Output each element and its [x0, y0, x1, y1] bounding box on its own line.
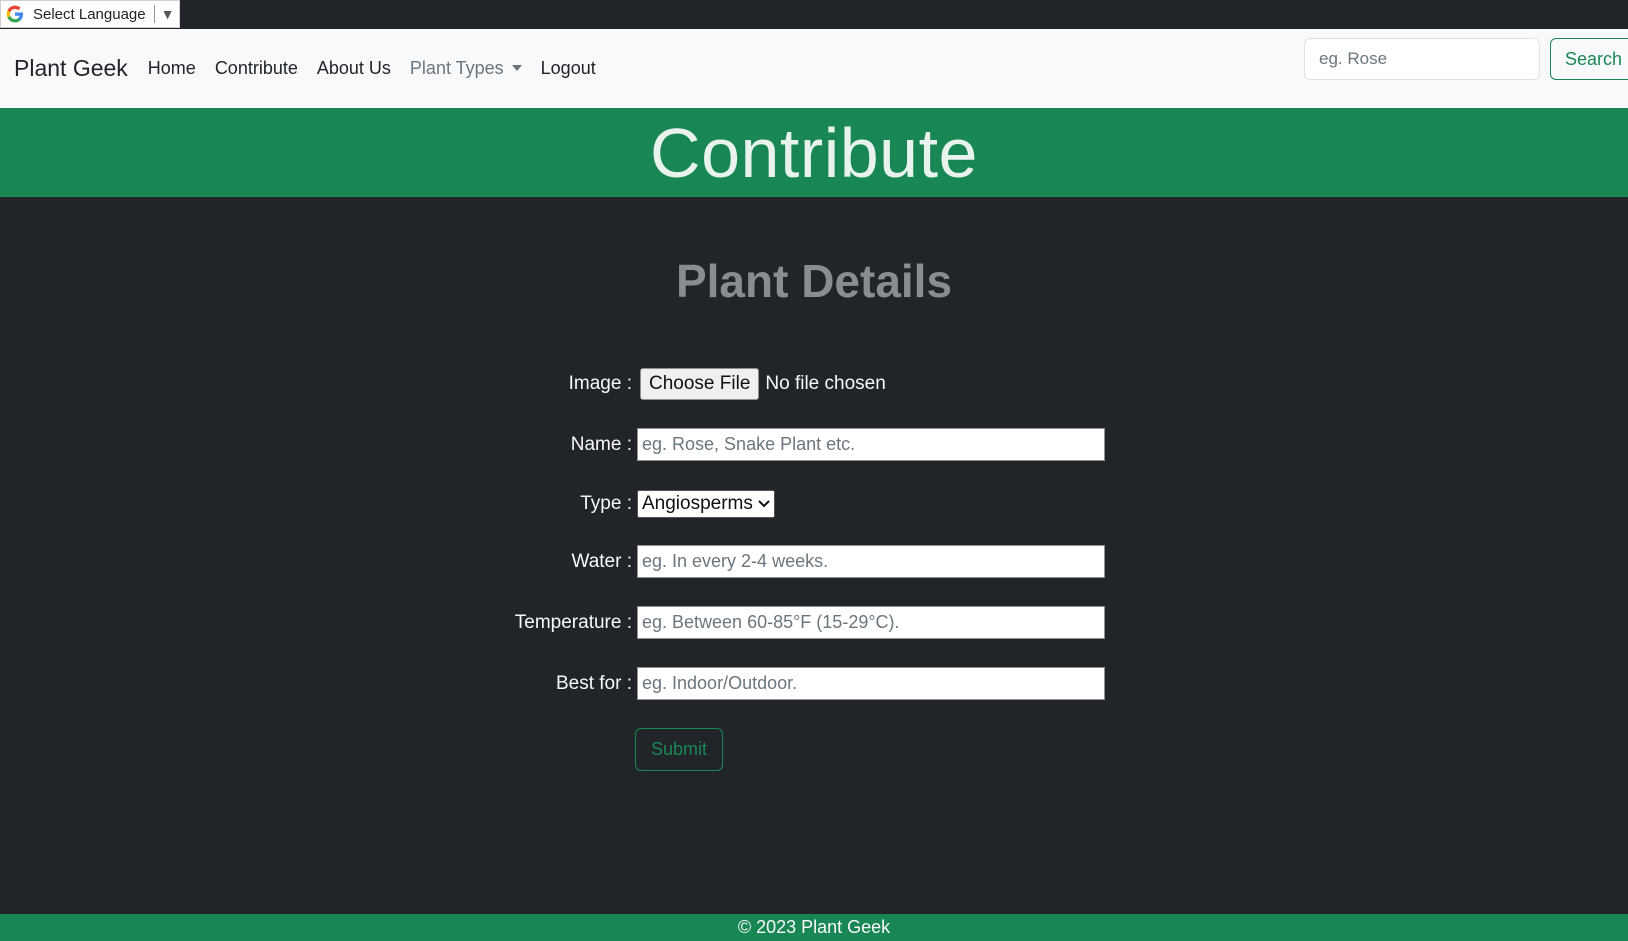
image-label: Image : — [568, 373, 632, 394]
hero-banner: Contribute — [0, 108, 1628, 197]
nav-logout[interactable]: Logout — [541, 58, 596, 79]
best-for-input[interactable] — [637, 667, 1105, 700]
water-label: Water : — [571, 550, 632, 572]
water-row: Water : — [0, 545, 1105, 578]
best-for-row: Best for : — [0, 667, 1105, 700]
page-title: Contribute — [650, 113, 978, 192]
nav-links: Home Contribute About Us Plant Types Log… — [148, 58, 615, 79]
type-select-value: Angiosperms — [642, 493, 753, 514]
dropdown-arrow-icon: ▼ — [160, 6, 175, 22]
search-form: Search — [1304, 38, 1628, 80]
name-input[interactable] — [637, 428, 1105, 461]
chevron-down-icon — [758, 497, 770, 511]
footer: © 2023 Plant Geek — [0, 914, 1628, 941]
nav-plant-types-label: Plant Types — [409, 58, 504, 78]
footer-text: © 2023 Plant Geek — [737, 917, 891, 937]
water-input[interactable] — [637, 545, 1105, 578]
name-row: Name : — [0, 428, 1105, 461]
type-label: Type : — [580, 493, 632, 514]
brand-link[interactable]: Plant Geek — [14, 55, 128, 82]
name-label: Name : — [570, 433, 632, 455]
image-row: Image : Choose File No file chosen — [0, 368, 886, 400]
language-selector[interactable]: Select Language ▼ — [0, 0, 180, 28]
navbar: Plant Geek Home Contribute About Us Plan… — [0, 29, 1628, 108]
divider — [153, 5, 155, 23]
search-button[interactable]: Search — [1550, 38, 1628, 80]
google-g-icon — [1, 5, 29, 23]
nav-home[interactable]: Home — [148, 58, 196, 79]
nav-plant-types-dropdown[interactable]: Plant Types — [410, 58, 522, 79]
form-title: Plant Details — [675, 255, 953, 307]
top-bar: Select Language ▼ — [0, 0, 1628, 29]
best-for-label: Best for : — [555, 672, 632, 694]
search-input[interactable] — [1304, 38, 1540, 80]
language-label: Select Language — [33, 5, 146, 23]
caret-down-icon — [511, 65, 522, 71]
nav-contribute[interactable]: Contribute — [215, 58, 298, 79]
choose-file-button[interactable]: Choose File — [640, 368, 760, 400]
file-status: No file chosen — [765, 373, 886, 394]
nav-about-us[interactable]: About Us — [317, 58, 391, 79]
temperature-label: Temperature : — [514, 611, 632, 633]
temperature-row: Temperature : — [0, 606, 1105, 639]
temperature-input[interactable] — [637, 606, 1105, 639]
submit-button[interactable]: Submit — [635, 728, 723, 771]
type-select[interactable]: Angiosperms — [637, 490, 775, 518]
type-row: Type : Angiosperms — [0, 490, 775, 518]
